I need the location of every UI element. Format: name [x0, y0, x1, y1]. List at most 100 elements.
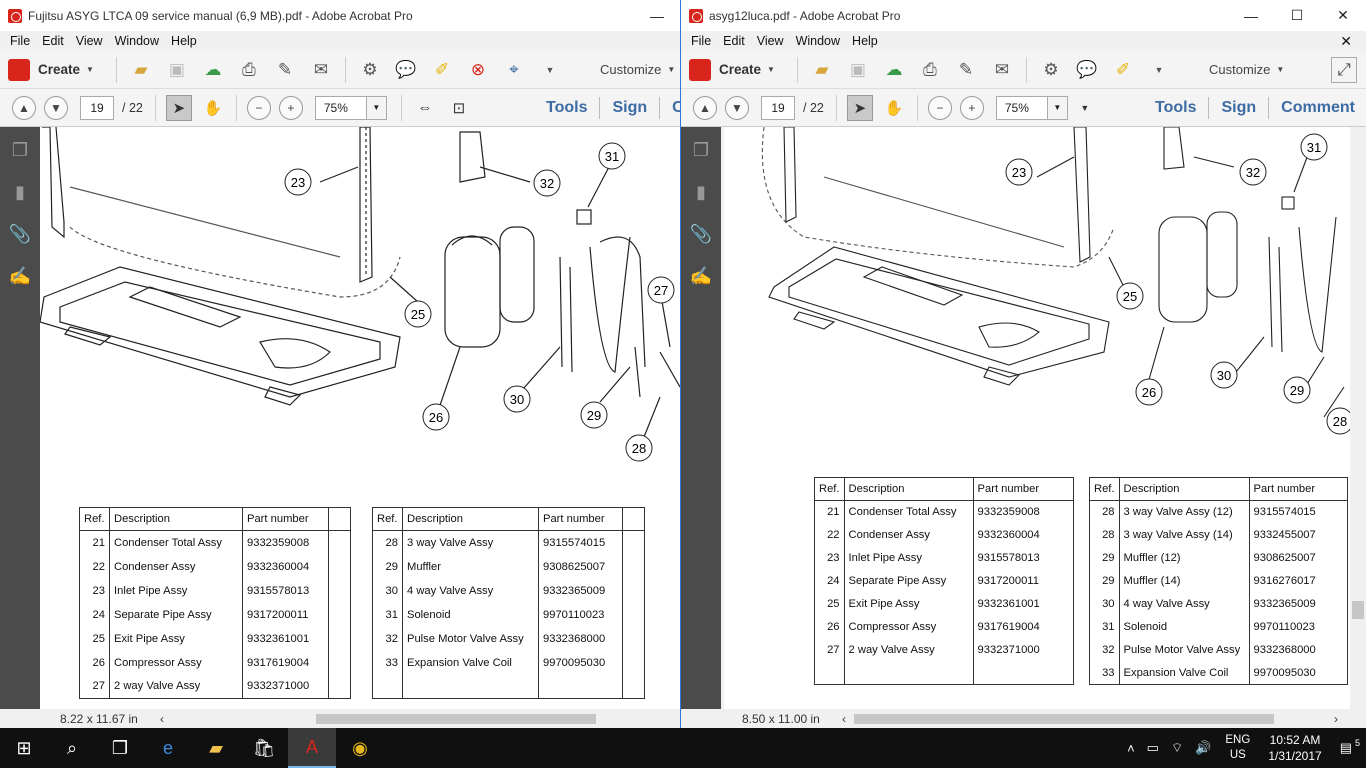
hand-tool-icon[interactable]: ✋: [881, 95, 907, 121]
hand-tool-icon[interactable]: ✋: [200, 95, 226, 121]
page-number-input[interactable]: 19: [80, 95, 114, 120]
zoom-in-button[interactable]: +: [278, 95, 303, 120]
sign-link[interactable]: Sign: [600, 99, 659, 117]
zoom-in-button[interactable]: +: [959, 95, 984, 120]
show-hidden-icons-icon[interactable]: ˄: [1121, 741, 1141, 756]
menu-file[interactable]: File: [685, 34, 717, 48]
delete-page-icon[interactable]: ⊗: [465, 57, 491, 83]
menu-help[interactable]: Help: [165, 34, 203, 48]
comment-link[interactable]: C: [660, 99, 680, 117]
task-view-icon[interactable]: ❐: [96, 728, 144, 768]
close-document-icon[interactable]: ✕: [1334, 33, 1358, 50]
zoom-out-button[interactable]: −: [927, 95, 952, 120]
file-explorer-icon[interactable]: ▰: [192, 728, 240, 768]
menu-edit[interactable]: Edit: [717, 34, 751, 48]
signatures-icon[interactable]: ✍: [690, 265, 712, 287]
bookmarks-icon[interactable]: ▮: [690, 181, 712, 203]
page-thumbnails-icon[interactable]: ❐: [9, 139, 31, 161]
cloud-upload-icon[interactable]: ☁: [200, 57, 226, 83]
document-page[interactable]: 31 23 32 25 26 30 29 28 Ref. Description…: [724, 127, 1350, 709]
more-view-options-icon[interactable]: ▼: [1072, 95, 1098, 121]
create-button[interactable]: Create ▼: [689, 58, 775, 81]
vertical-scrollbar-thumb[interactable]: [1352, 601, 1364, 619]
input-language[interactable]: ENG US: [1217, 733, 1258, 763]
horizontal-scrollbar-thumb[interactable]: [854, 714, 1274, 724]
minimize-button[interactable]: —: [1228, 0, 1274, 31]
menu-help[interactable]: Help: [846, 34, 884, 48]
create-button[interactable]: Create ▼: [8, 58, 94, 81]
select-tool-icon[interactable]: ➤: [846, 94, 873, 121]
gear-icon[interactable]: ⚙: [357, 57, 383, 83]
search-icon[interactable]: ⌕: [48, 728, 96, 768]
document-page[interactable]: 23 32 31 27 25 30 29 26 28 Ref. Descript…: [40, 127, 680, 709]
previous-page-button[interactable]: ▲: [12, 95, 36, 120]
save-icon[interactable]: ▣: [845, 57, 871, 83]
action-center-icon[interactable]: ▤ 5: [1332, 738, 1366, 756]
previous-page-button[interactable]: ▲: [693, 95, 717, 120]
more-tools-dropdown-icon[interactable]: ▼: [1146, 57, 1172, 83]
fit-page-icon[interactable]: ⊡: [446, 95, 472, 121]
tools-link[interactable]: Tools: [1143, 99, 1208, 117]
menu-edit[interactable]: Edit: [36, 34, 70, 48]
store-icon[interactable]: 🛍: [240, 728, 288, 768]
comment-icon[interactable]: 💬: [1074, 57, 1100, 83]
zoom-dropdown-icon[interactable]: ▼: [1047, 95, 1068, 120]
horizontal-scrollbar-thumb[interactable]: [316, 714, 596, 724]
expand-icon[interactable]: ⤢: [1331, 57, 1357, 83]
next-page-button[interactable]: ▼: [44, 95, 68, 120]
zoom-out-button[interactable]: −: [246, 95, 271, 120]
next-page-button[interactable]: ▼: [725, 95, 749, 120]
open-folder-icon[interactable]: ▰: [809, 57, 835, 83]
power-icon[interactable]: ▭: [1141, 740, 1165, 756]
more-tools-dropdown-icon[interactable]: ▼: [537, 57, 563, 83]
edit-document-icon[interactable]: ✎: [272, 57, 298, 83]
customize-button[interactable]: Customize ▼: [600, 62, 675, 77]
attachments-icon[interactable]: 📎: [9, 223, 31, 245]
tools-link[interactable]: Tools: [534, 99, 599, 117]
menu-file[interactable]: File: [4, 34, 36, 48]
minimize-button[interactable]: —: [634, 0, 680, 31]
chrome-browser-icon[interactable]: ◉: [336, 728, 384, 768]
start-menu-icon[interactable]: ⊞: [0, 728, 48, 768]
highlight-icon[interactable]: ✐: [1110, 57, 1136, 83]
highlight-icon[interactable]: ✐: [429, 57, 455, 83]
email-icon[interactable]: ✉: [989, 57, 1015, 83]
save-icon[interactable]: ▣: [164, 57, 190, 83]
attachments-icon[interactable]: 📎: [690, 223, 712, 245]
bookmarks-icon[interactable]: ▮: [9, 181, 31, 203]
stamp-icon[interactable]: ⌖: [501, 57, 527, 83]
maximize-button[interactable]: ☐: [1274, 0, 1320, 31]
print-icon[interactable]: ⎙: [917, 57, 943, 83]
menu-window[interactable]: Window: [109, 34, 165, 48]
signatures-icon[interactable]: ✍: [9, 265, 31, 287]
vertical-scrollbar[interactable]: [1350, 127, 1366, 709]
comment-link[interactable]: Comment: [1269, 99, 1366, 117]
scroll-right-icon[interactable]: ›: [1334, 712, 1338, 726]
menu-window[interactable]: Window: [790, 34, 846, 48]
network-icon[interactable]: ⌔: [1165, 740, 1189, 756]
gear-icon[interactable]: ⚙: [1038, 57, 1064, 83]
zoom-level-input[interactable]: 75%: [314, 95, 367, 120]
clock[interactable]: 10:52 AM 1/31/2017: [1258, 732, 1331, 764]
email-icon[interactable]: ✉: [308, 57, 334, 83]
zoom-level-input[interactable]: 75%: [995, 95, 1048, 120]
page-number-input[interactable]: 19: [761, 95, 795, 120]
comment-icon[interactable]: 💬: [393, 57, 419, 83]
menu-view[interactable]: View: [751, 34, 790, 48]
fit-width-icon[interactable]: ⇔: [412, 95, 438, 121]
open-folder-icon[interactable]: ▰: [128, 57, 154, 83]
zoom-dropdown-icon[interactable]: ▼: [366, 95, 387, 120]
scroll-left-icon[interactable]: ‹: [160, 712, 164, 726]
close-button[interactable]: ✕: [1320, 0, 1366, 31]
print-icon[interactable]: ⎙: [236, 57, 262, 83]
customize-button[interactable]: Customize ▼: [1209, 62, 1284, 77]
edit-document-icon[interactable]: ✎: [953, 57, 979, 83]
volume-icon[interactable]: 🔊: [1189, 740, 1217, 756]
menu-view[interactable]: View: [70, 34, 109, 48]
scroll-left-icon[interactable]: ‹: [842, 712, 846, 726]
cloud-upload-icon[interactable]: ☁: [881, 57, 907, 83]
sign-link[interactable]: Sign: [1209, 99, 1268, 117]
acrobat-taskbar-icon[interactable]: A: [288, 728, 336, 768]
page-thumbnails-icon[interactable]: ❐: [690, 139, 712, 161]
select-tool-icon[interactable]: ➤: [165, 94, 192, 121]
